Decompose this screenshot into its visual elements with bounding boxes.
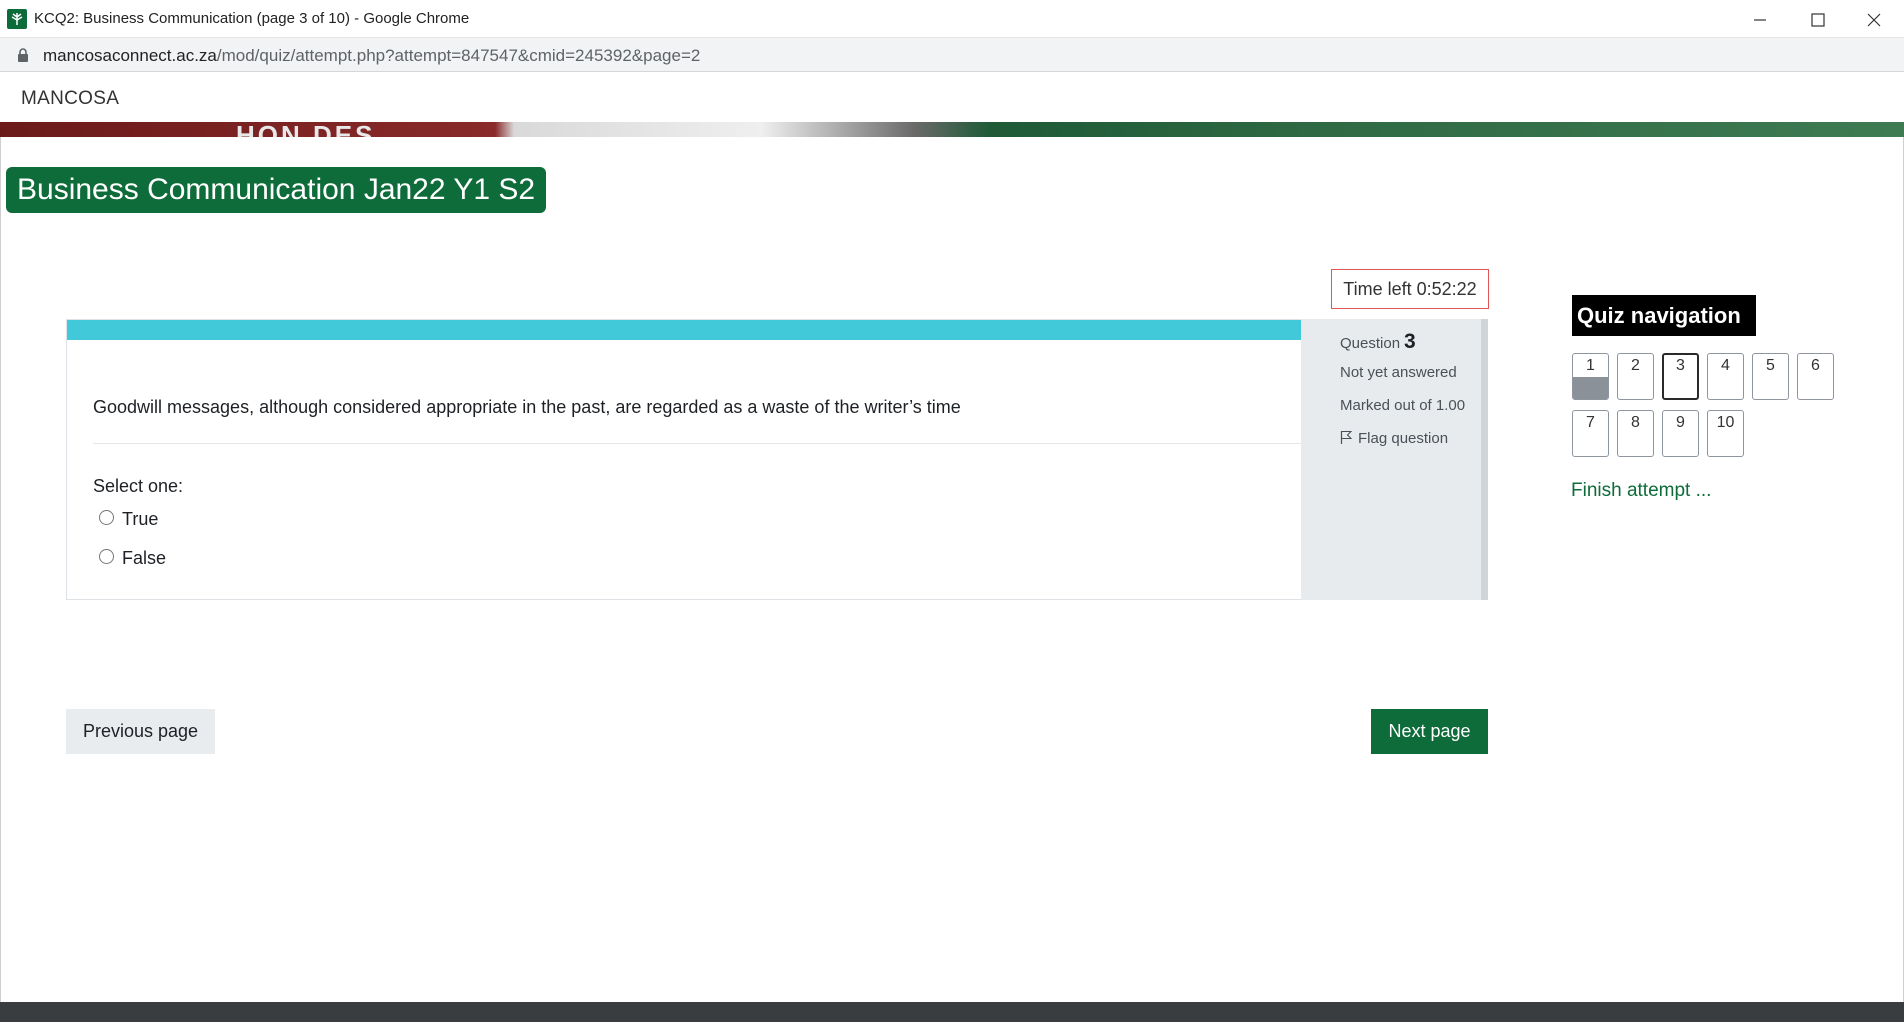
flag-question-link[interactable]: Flag question bbox=[1340, 430, 1448, 447]
maximize-button[interactable] bbox=[1795, 0, 1841, 38]
minimize-button[interactable] bbox=[1737, 0, 1783, 38]
page-footer bbox=[0, 1002, 1904, 1022]
question-content: Goodwill messages, although considered a… bbox=[67, 340, 1303, 600]
flag-icon bbox=[1340, 430, 1353, 444]
question-status: Not yet answered bbox=[1340, 364, 1457, 381]
quiz-nav-button-6[interactable]: 6 bbox=[1797, 353, 1834, 400]
address-bar[interactable]: mancosaconnect.ac.za/mod/quiz/attempt.ph… bbox=[0, 38, 1904, 72]
close-window-button[interactable] bbox=[1851, 0, 1897, 38]
time-left-timer: Time left 0:52:22 bbox=[1331, 269, 1489, 309]
next-page-button[interactable]: Next page bbox=[1371, 709, 1488, 754]
site-brand-link[interactable]: MANCOSA bbox=[21, 88, 119, 110]
option-true[interactable]: True bbox=[99, 509, 158, 530]
quiz-nav-button-1[interactable]: 1 bbox=[1572, 353, 1609, 400]
window-title: KCQ2: Business Communication (page 3 of … bbox=[34, 10, 470, 27]
answered-indicator bbox=[1573, 377, 1608, 399]
previous-page-button[interactable]: Previous page bbox=[66, 709, 215, 754]
banner-text: HON DES bbox=[236, 122, 376, 137]
question-divider bbox=[93, 443, 1303, 444]
radio-false[interactable] bbox=[99, 548, 114, 564]
select-one-label: Select one: bbox=[93, 476, 184, 496]
minimize-icon bbox=[1754, 19, 1766, 21]
question-info-edge bbox=[1481, 319, 1488, 600]
maximize-icon bbox=[1811, 13, 1825, 27]
question-text: Goodwill messages, although considered a… bbox=[93, 397, 961, 417]
question-number: Question 3 bbox=[1340, 330, 1416, 353]
quiz-nav-button-8[interactable]: 8 bbox=[1617, 410, 1654, 457]
window-titlebar: KCQ2: Business Communication (page 3 of … bbox=[0, 0, 1904, 38]
question-info-panel: Question 3 Not yet answered Marked out of… bbox=[1301, 319, 1487, 600]
site-header: MANCOSA bbox=[0, 72, 1904, 122]
radio-true[interactable] bbox=[99, 509, 114, 525]
question-marks: Marked out of 1.00 bbox=[1340, 397, 1466, 414]
course-title: Business Communication Jan22 Y1 S2 bbox=[6, 167, 547, 213]
quiz-nav-button-10[interactable]: 10 bbox=[1707, 410, 1744, 457]
close-icon bbox=[1867, 13, 1881, 27]
question-card: Goodwill messages, although considered a… bbox=[66, 319, 1303, 600]
header-banner-image: HON DES bbox=[0, 122, 1904, 137]
quiz-nav-button-4[interactable]: 4 bbox=[1707, 353, 1744, 400]
finish-attempt-link[interactable]: Finish attempt ... bbox=[1571, 480, 1711, 502]
question-accent-bar bbox=[67, 320, 1302, 340]
quiz-nav-button-9[interactable]: 9 bbox=[1662, 410, 1699, 457]
quiz-nav-button-3[interactable]: 3 bbox=[1662, 353, 1699, 400]
quiz-navigation-title: Quiz navigation bbox=[1572, 295, 1756, 336]
window-left-border bbox=[0, 72, 1, 1002]
lock-icon bbox=[18, 48, 28, 62]
mancosa-favicon-icon bbox=[7, 9, 27, 29]
url-text[interactable]: mancosaconnect.ac.za/mod/quiz/attempt.ph… bbox=[43, 46, 700, 66]
quiz-nav-button-5[interactable]: 5 bbox=[1752, 353, 1789, 400]
quiz-nav-button-2[interactable]: 2 bbox=[1617, 353, 1654, 400]
quiz-nav-button-7[interactable]: 7 bbox=[1572, 410, 1609, 457]
option-false[interactable]: False bbox=[99, 548, 166, 569]
